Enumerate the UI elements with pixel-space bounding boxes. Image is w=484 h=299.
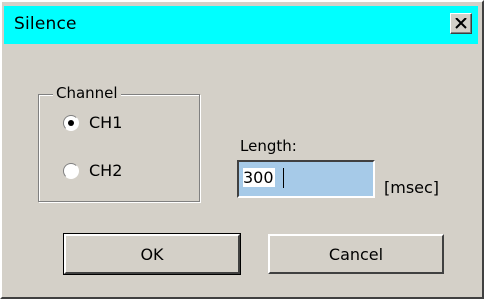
- radio-dot-icon: [68, 119, 74, 126]
- channel-group-label: Channel: [53, 84, 121, 102]
- close-button[interactable]: [450, 13, 472, 34]
- title-bar[interactable]: Silence: [4, 6, 478, 44]
- radio-button-checked[interactable]: [63, 114, 79, 131]
- radio-ch2[interactable]: CH2: [63, 161, 122, 180]
- radio-ch1[interactable]: CH1: [63, 113, 122, 132]
- silence-dialog: Silence Channel CH1 CH2 Length: 300 [mse…: [0, 0, 484, 299]
- length-input[interactable]: 300: [237, 160, 375, 198]
- text-caret: [283, 168, 284, 188]
- length-value: 300: [243, 168, 275, 187]
- radio-button-unchecked[interactable]: [63, 162, 79, 179]
- ok-button[interactable]: OK: [63, 233, 241, 275]
- cancel-button[interactable]: Cancel: [268, 234, 444, 274]
- length-label: Length:: [240, 137, 297, 155]
- unit-label: [msec]: [384, 178, 440, 197]
- radio-ch1-label: CH1: [89, 113, 123, 132]
- window-title: Silence: [14, 14, 77, 34]
- radio-ch2-label: CH2: [89, 161, 123, 180]
- channel-groupbox: Channel CH1 CH2: [38, 84, 200, 202]
